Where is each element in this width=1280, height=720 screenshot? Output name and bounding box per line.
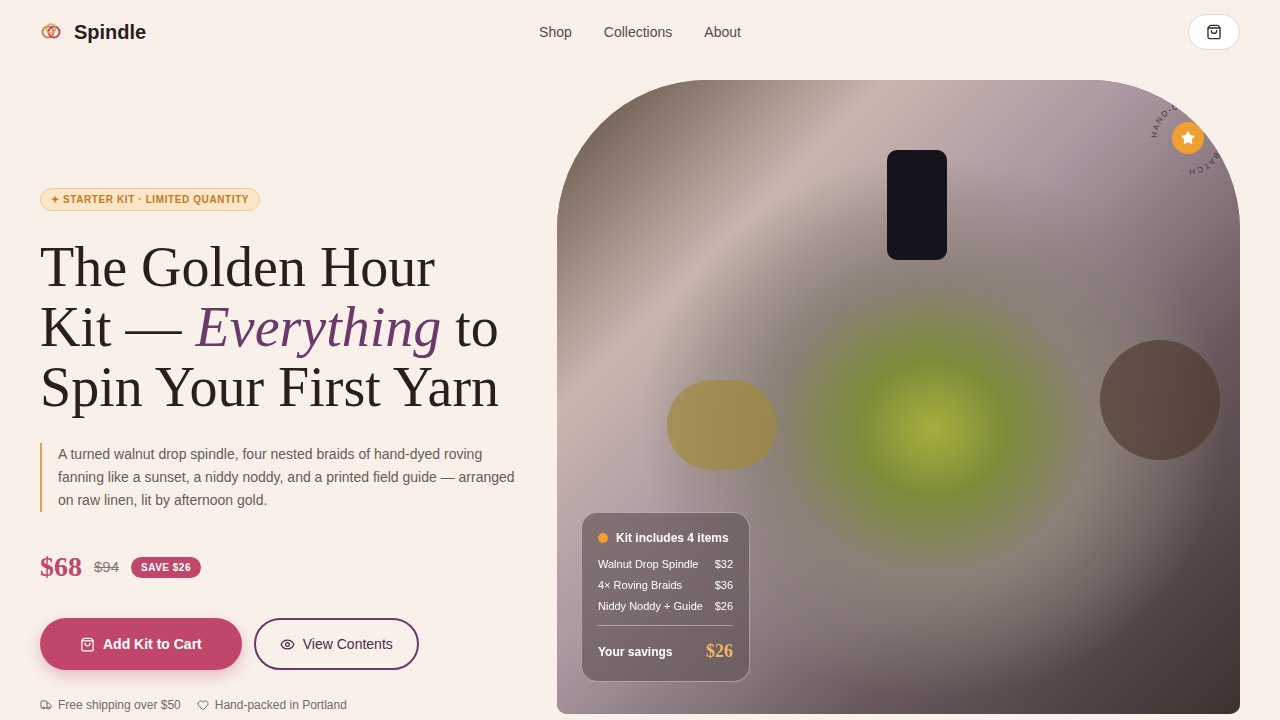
- page: Spindle Shop Collections About ✦ STARTER KIT…: [0, 0, 1280, 720]
- stamp: HAND-DYED · SMALL BATCH ·: [1148, 98, 1228, 178]
- perk: Free shipping over $50: [40, 696, 181, 714]
- hero-copy: ✦ STARTER KIT · LIMITED QUANTITY The Gold…: [40, 80, 520, 714]
- brand-name: Spindle: [74, 17, 146, 47]
- svg-text:HAND-DYED · SMALL BATCH ·: HAND-DYED · SMALL BATCH ·: [1150, 100, 1226, 176]
- status-dot: [598, 533, 608, 543]
- eye-icon: [280, 637, 295, 652]
- kit-badge: ✦ STARTER KIT · LIMITED QUANTITY: [40, 188, 260, 211]
- view-contents-button[interactable]: View Contents: [254, 618, 419, 670]
- hero-description: A turned walnut drop spindle, four neste…: [40, 443, 520, 512]
- bag-icon: [1206, 24, 1222, 40]
- nav-link[interactable]: Collections: [604, 22, 672, 43]
- logo-icon: [40, 21, 62, 43]
- kit-card: Kit includes 4 items Walnut Drop Spindle$…: [581, 512, 750, 682]
- kit-item: Walnut Drop Spindle$32: [598, 557, 733, 571]
- truck-icon: [40, 699, 52, 711]
- original-price: $94: [94, 556, 119, 579]
- hero-heading: The Golden HourKit — Everything toSpin Y…: [40, 237, 520, 417]
- nav-link[interactable]: Shop: [539, 22, 572, 43]
- kit-card-title: Kit includes 4 items: [616, 529, 729, 547]
- brand[interactable]: Spindle: [40, 17, 440, 47]
- savings-label: Your savings: [598, 643, 672, 661]
- perks: Free shipping over $50 Hand-packed in Por…: [40, 696, 520, 714]
- star-icon: [1181, 131, 1195, 145]
- button-row: Add Kit to CartView Contents: [40, 618, 520, 670]
- perk: Hand-packed in Portland: [197, 696, 347, 714]
- header: Spindle Shop Collections About: [0, 0, 1280, 64]
- savings-value: $26: [706, 638, 733, 665]
- nav-link[interactable]: About: [704, 22, 741, 43]
- save-badge: SAVE $26: [131, 557, 201, 578]
- cart-button[interactable]: [1188, 14, 1240, 50]
- product-photo: Kit includes 4 items Walnut Drop Spindle$…: [557, 80, 1240, 714]
- heart-icon: [197, 699, 209, 711]
- current-price: $68: [40, 546, 82, 588]
- price-row: $68 $94 SAVE $26: [40, 546, 520, 588]
- kit-item: 4× Roving Braids$36: [598, 578, 733, 592]
- hero: ✦ STARTER KIT · LIMITED QUANTITY The Gold…: [0, 64, 1280, 714]
- kit-item: Niddy Noddy + Guide$26: [598, 599, 733, 613]
- bag-icon: [80, 637, 95, 652]
- add-to-cart-button[interactable]: Add Kit to Cart: [40, 618, 242, 670]
- nav: Shop Collections About: [440, 22, 840, 43]
